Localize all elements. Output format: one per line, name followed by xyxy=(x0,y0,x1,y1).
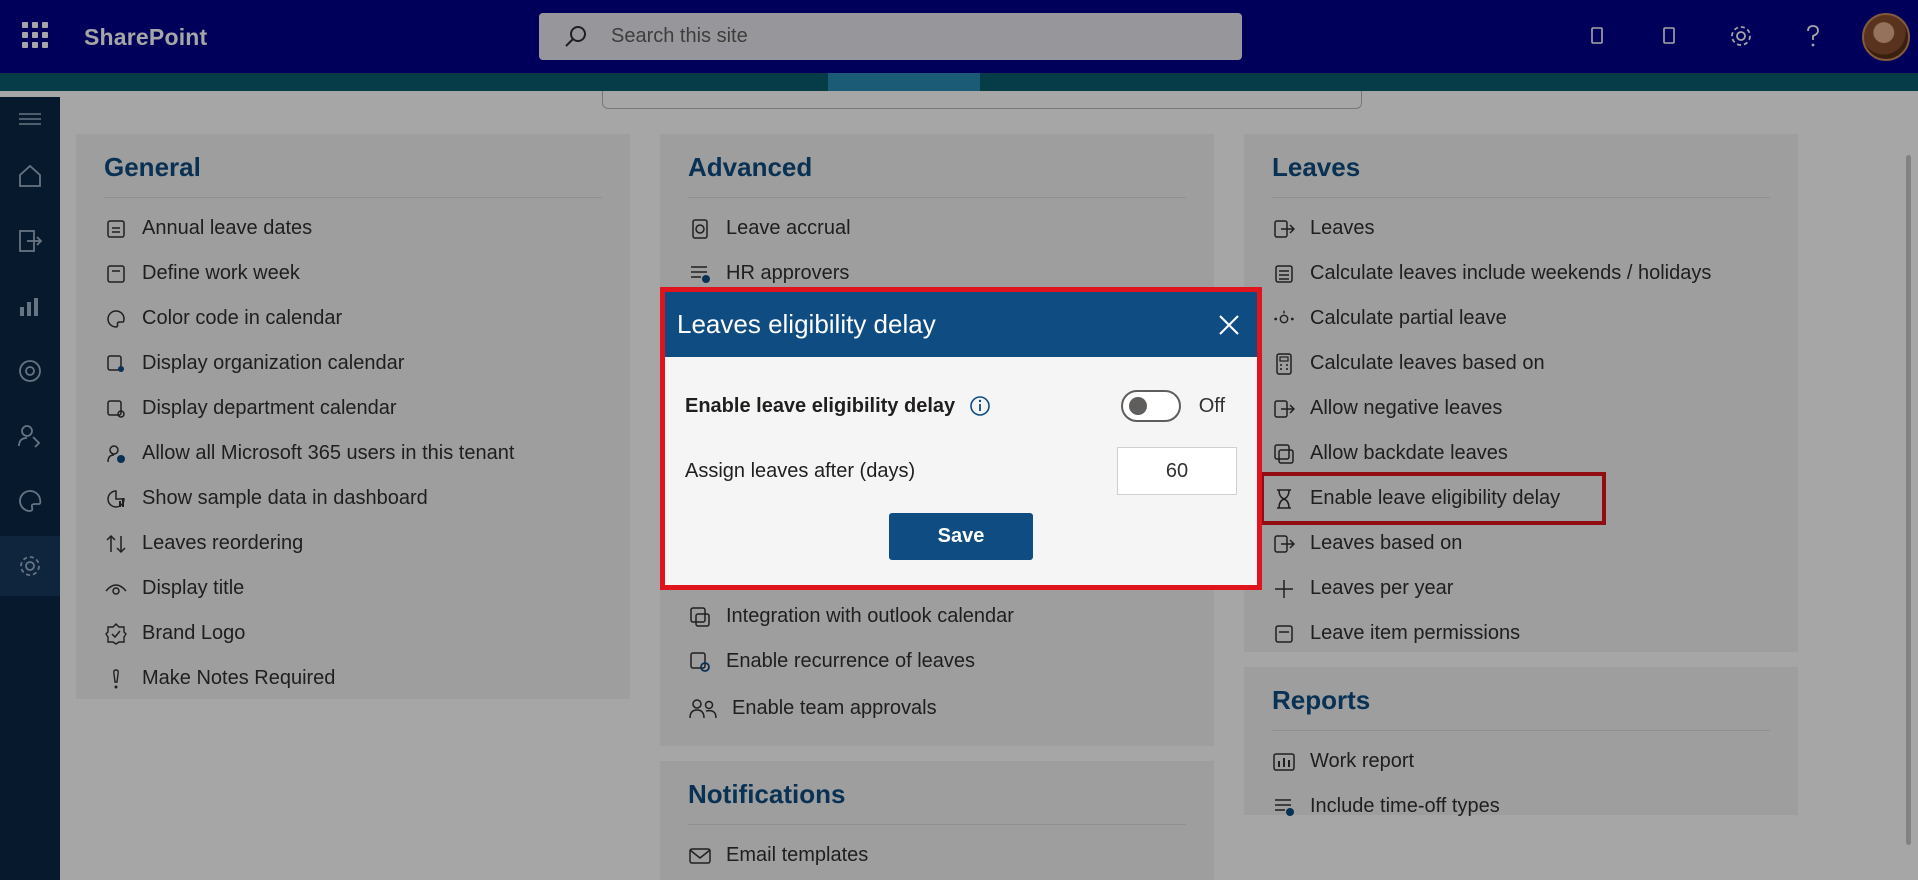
dialog-body: Enable leave eligibility delay Off Assig… xyxy=(665,381,1257,560)
eligibility-delay-dialog: Leaves eligibility delay Enable leave el… xyxy=(660,287,1262,590)
save-button[interactable]: Save xyxy=(889,513,1033,560)
close-icon[interactable] xyxy=(1215,311,1243,339)
days-label: Assign leaves after (days) xyxy=(685,459,916,482)
toggle-state: Off xyxy=(1198,394,1225,417)
toggle-knob xyxy=(1128,397,1147,415)
toggle-row: Enable leave eligibility delay Off xyxy=(685,381,1237,431)
info-icon[interactable] xyxy=(969,395,991,417)
days-input[interactable] xyxy=(1117,447,1237,495)
toggle-wrap: Off xyxy=(1120,390,1237,422)
eligibility-delay-toggle[interactable] xyxy=(1120,390,1181,422)
dialog-header: Leaves eligibility delay xyxy=(665,292,1257,357)
toggle-label: Enable leave eligibility delay xyxy=(685,394,956,417)
toggle-label-wrap: Enable leave eligibility delay xyxy=(685,395,991,418)
days-row: Assign leaves after (days) xyxy=(685,447,1237,495)
dialog-title: Leaves eligibility delay xyxy=(677,309,936,339)
